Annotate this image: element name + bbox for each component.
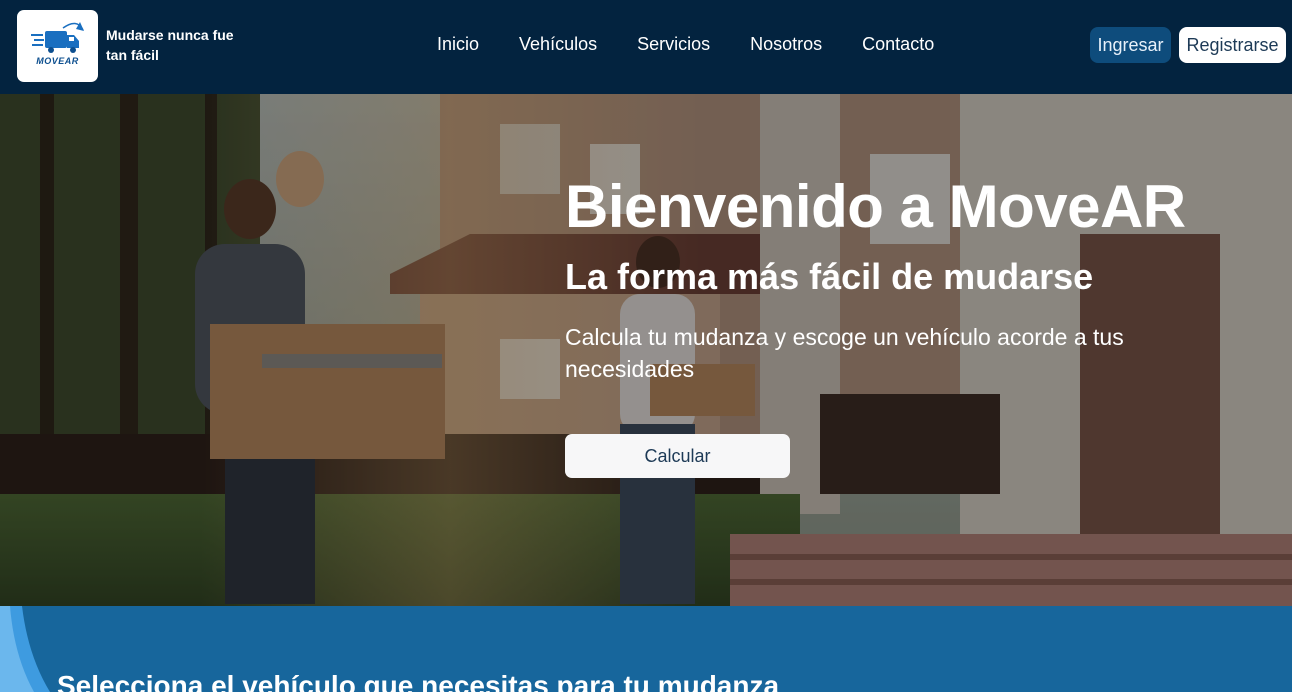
hero-section: Bienvenido a MoveAR La forma más fácil d… <box>0 94 1292 606</box>
logo[interactable]: MOVEAR <box>17 10 98 82</box>
moving-truck-icon <box>31 22 84 53</box>
vehicles-section-title: Selecciona el vehículo que necesitas par… <box>57 670 780 692</box>
navbar: MOVEAR Mudarse nunca fue tan fácil Inici… <box>0 0 1292 94</box>
nav-link-servicios[interactable]: Servicios <box>637 34 710 55</box>
hero-subtitle: La forma más fácil de mudarse <box>565 256 1094 297</box>
vehicles-section: Selecciona el vehículo que necesitas par… <box>0 606 1292 692</box>
nav-link-inicio[interactable]: Inicio <box>437 34 479 55</box>
logo-text: MOVEAR <box>36 56 79 66</box>
hero-description: Calcula tu mudanza y escoge un vehículo … <box>565 324 1124 382</box>
calculate-button[interactable]: Calcular <box>565 434 790 478</box>
register-button[interactable]: Registrarse <box>1179 27 1286 63</box>
login-button[interactable]: Ingresar <box>1090 27 1171 63</box>
hero-title: Bienvenido a MoveAR <box>565 173 1186 240</box>
nav-link-nosotros[interactable]: Nosotros <box>750 34 822 55</box>
nav-link-contacto[interactable]: Contacto <box>862 34 934 55</box>
nav-link-vehiculos[interactable]: Vehículos <box>519 34 597 55</box>
brand-tagline: Mudarse nunca fue tan fácil <box>106 27 234 63</box>
main-nav: Inicio Vehículos Servicios Nosotros Cont… <box>437 34 934 55</box>
